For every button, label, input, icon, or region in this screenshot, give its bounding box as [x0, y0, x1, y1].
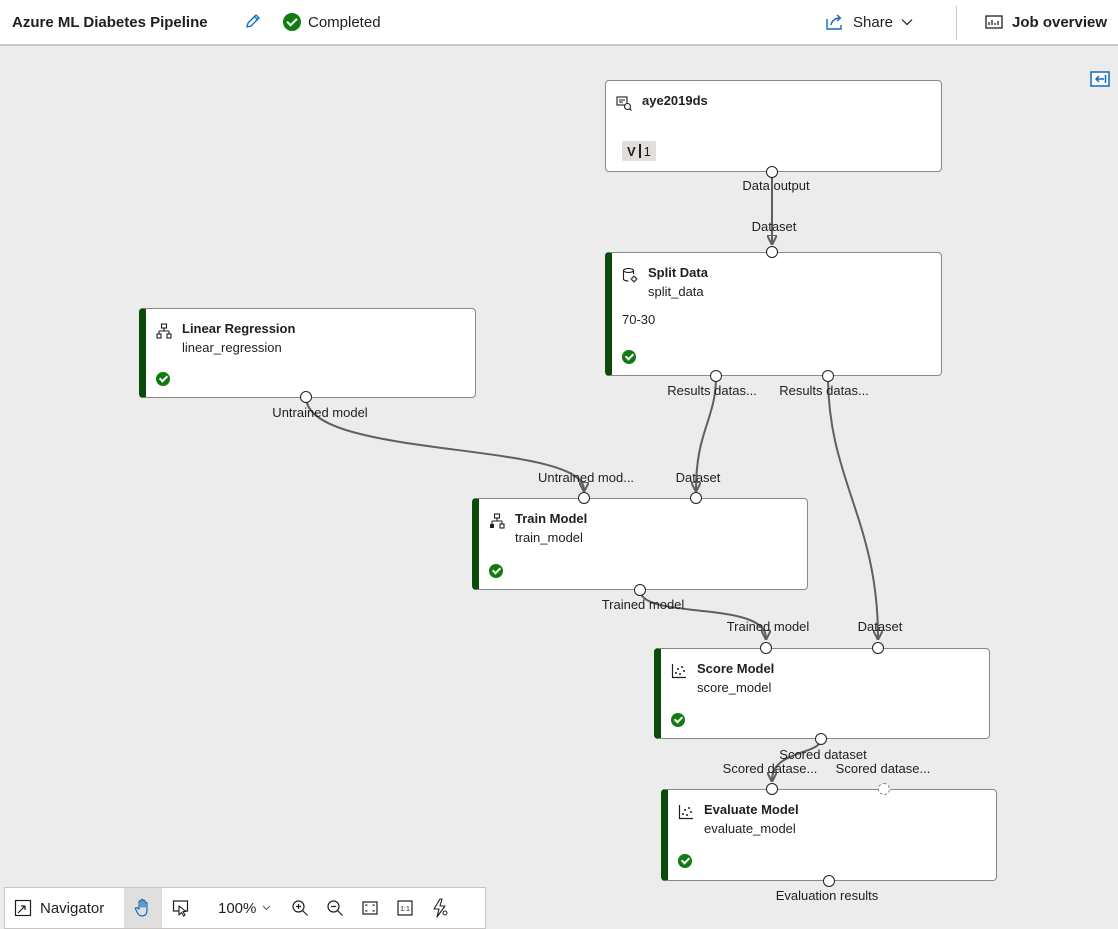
- share-icon: [826, 14, 842, 30]
- linear-output-port[interactable]: [300, 391, 312, 403]
- train-model-title: Train Model: [515, 511, 588, 526]
- split-data-subtitle: split_data: [648, 284, 704, 299]
- select-tool-button[interactable]: [162, 888, 200, 928]
- score-input-label-1: Trained model: [726, 619, 810, 634]
- zoom-in-button[interactable]: [282, 888, 317, 928]
- zoom-in-icon: [291, 900, 308, 916]
- linear-regression-title: Linear Regression: [182, 321, 296, 336]
- collapse-panel-icon[interactable]: [1090, 71, 1110, 87]
- train-input-label-2: Dataset: [675, 470, 721, 485]
- split-data-node[interactable]: Split Data split_data 70-30: [605, 252, 942, 376]
- train-model-node[interactable]: Train Model train_model: [472, 498, 808, 590]
- version-badge: V 1: [622, 141, 656, 161]
- chevron-down-icon: [901, 19, 913, 26]
- train-input-label-1: Untrained mod...: [537, 470, 635, 485]
- score-input-port-1[interactable]: [760, 642, 772, 654]
- navigator-button[interactable]: Navigator: [5, 888, 124, 928]
- fit-to-screen-icon: [361, 901, 378, 915]
- train-input-port-1[interactable]: [578, 492, 590, 504]
- status-badge: Completed: [283, 11, 381, 33]
- evaluate-input-label-1: Scored datase...: [722, 761, 818, 776]
- version-prefix: V: [627, 143, 636, 159]
- linear-regression-subtitle: linear_regression: [182, 340, 282, 355]
- status-label: Completed: [308, 13, 381, 31]
- completed-check-icon: [283, 13, 301, 31]
- split-output-label-2: Results datas...: [779, 383, 869, 398]
- pan-tool-button[interactable]: [124, 888, 162, 928]
- linear-output-label: Untrained model: [272, 405, 368, 420]
- dataset-icon: [616, 96, 632, 111]
- auto-layout-icon: [432, 898, 447, 918]
- split-completed-check-icon: [622, 350, 636, 364]
- header-divider: [956, 6, 957, 40]
- fit-to-screen-button[interactable]: [352, 888, 387, 928]
- score-model-title: Score Model: [697, 661, 775, 676]
- evaluate-output-label: Evaluation results: [775, 888, 879, 903]
- zoom-level-dropdown[interactable]: 100%: [218, 888, 282, 928]
- job-overview-label: Job overview: [1012, 13, 1108, 31]
- split-data-title: Split Data: [648, 265, 708, 280]
- canvas-toolbar: Navigator 100% 1:1: [4, 887, 486, 929]
- evaluate-input-port-1[interactable]: [766, 783, 778, 795]
- train-completed-check-icon: [489, 564, 503, 578]
- evaluate-input-port-2[interactable]: [878, 783, 890, 795]
- top-bar: Azure ML Diabetes Pipeline Completed Sha…: [0, 0, 1118, 46]
- edit-pencil-icon[interactable]: [244, 12, 262, 30]
- split-output-port-1[interactable]: [710, 370, 722, 382]
- split-output-label-1: Results datas...: [667, 383, 757, 398]
- train-output-label: Trained model: [601, 597, 685, 612]
- score-output-port[interactable]: [815, 733, 827, 745]
- dataset-node[interactable]: aye2019ds V 1: [605, 80, 942, 172]
- score-input-label-2: Dataset: [857, 619, 903, 634]
- linear-regression-icon: [156, 323, 172, 339]
- score-input-port-2[interactable]: [872, 642, 884, 654]
- edge-split-to-score: [827, 375, 878, 638]
- evaluate-model-icon: [678, 805, 693, 820]
- navigator-label: Navigator: [40, 899, 105, 917]
- dataset-output-port[interactable]: [766, 166, 778, 178]
- train-model-icon: [490, 513, 505, 529]
- job-overview-button[interactable]: Job overview: [985, 11, 1107, 33]
- linear-completed-check-icon: [156, 372, 170, 386]
- select-cursor-icon: [172, 900, 189, 917]
- actual-size-button[interactable]: 1:1: [387, 888, 422, 928]
- svg-text:1:1: 1:1: [400, 906, 410, 913]
- evaluate-output-port[interactable]: [823, 875, 835, 887]
- split-data-icon: [622, 267, 638, 283]
- hand-icon: [134, 898, 148, 917]
- evaluate-model-node[interactable]: Evaluate Model evaluate_model: [661, 789, 997, 881]
- score-output-label: Scored dataset: [779, 747, 867, 762]
- score-model-subtitle: score_model: [697, 680, 772, 695]
- zoom-level-value: 100%: [218, 899, 257, 917]
- split-ratio-param: 70-30: [622, 312, 656, 327]
- score-model-icon: [671, 664, 686, 679]
- evaluate-model-title: Evaluate Model: [704, 802, 799, 817]
- share-button[interactable]: Share: [825, 11, 921, 33]
- train-input-port-2[interactable]: [690, 492, 702, 504]
- train-model-subtitle: train_model: [515, 530, 583, 545]
- split-input-label: Dataset: [751, 219, 797, 234]
- linear-regression-node[interactable]: Linear Regression linear_regression: [139, 308, 476, 398]
- version-number: 1: [643, 143, 651, 159]
- score-completed-check-icon: [671, 713, 685, 727]
- share-label: Share: [853, 13, 894, 31]
- evaluate-model-subtitle: evaluate_model: [704, 821, 796, 836]
- score-model-node[interactable]: Score Model score_model: [654, 648, 990, 739]
- actual-size-icon: 1:1: [396, 900, 413, 916]
- zoom-out-icon: [326, 900, 343, 916]
- train-output-port[interactable]: [634, 584, 646, 596]
- dataset-title: aye2019ds: [642, 93, 708, 108]
- auto-layout-button[interactable]: [422, 888, 457, 928]
- split-input-port[interactable]: [766, 246, 778, 258]
- zoom-out-button[interactable]: [317, 888, 352, 928]
- evaluate-input-label-2: Scored datase...: [835, 761, 931, 776]
- evaluate-completed-check-icon: [678, 854, 692, 868]
- dataset-output-label: Data output: [742, 178, 810, 193]
- pipeline-title: Azure ML Diabetes Pipeline: [12, 14, 208, 31]
- version-divider: [638, 144, 641, 158]
- navigator-icon: [14, 899, 32, 917]
- chevron-down-icon: [262, 905, 271, 911]
- split-output-port-2[interactable]: [822, 370, 834, 382]
- job-overview-icon: [985, 15, 1003, 29]
